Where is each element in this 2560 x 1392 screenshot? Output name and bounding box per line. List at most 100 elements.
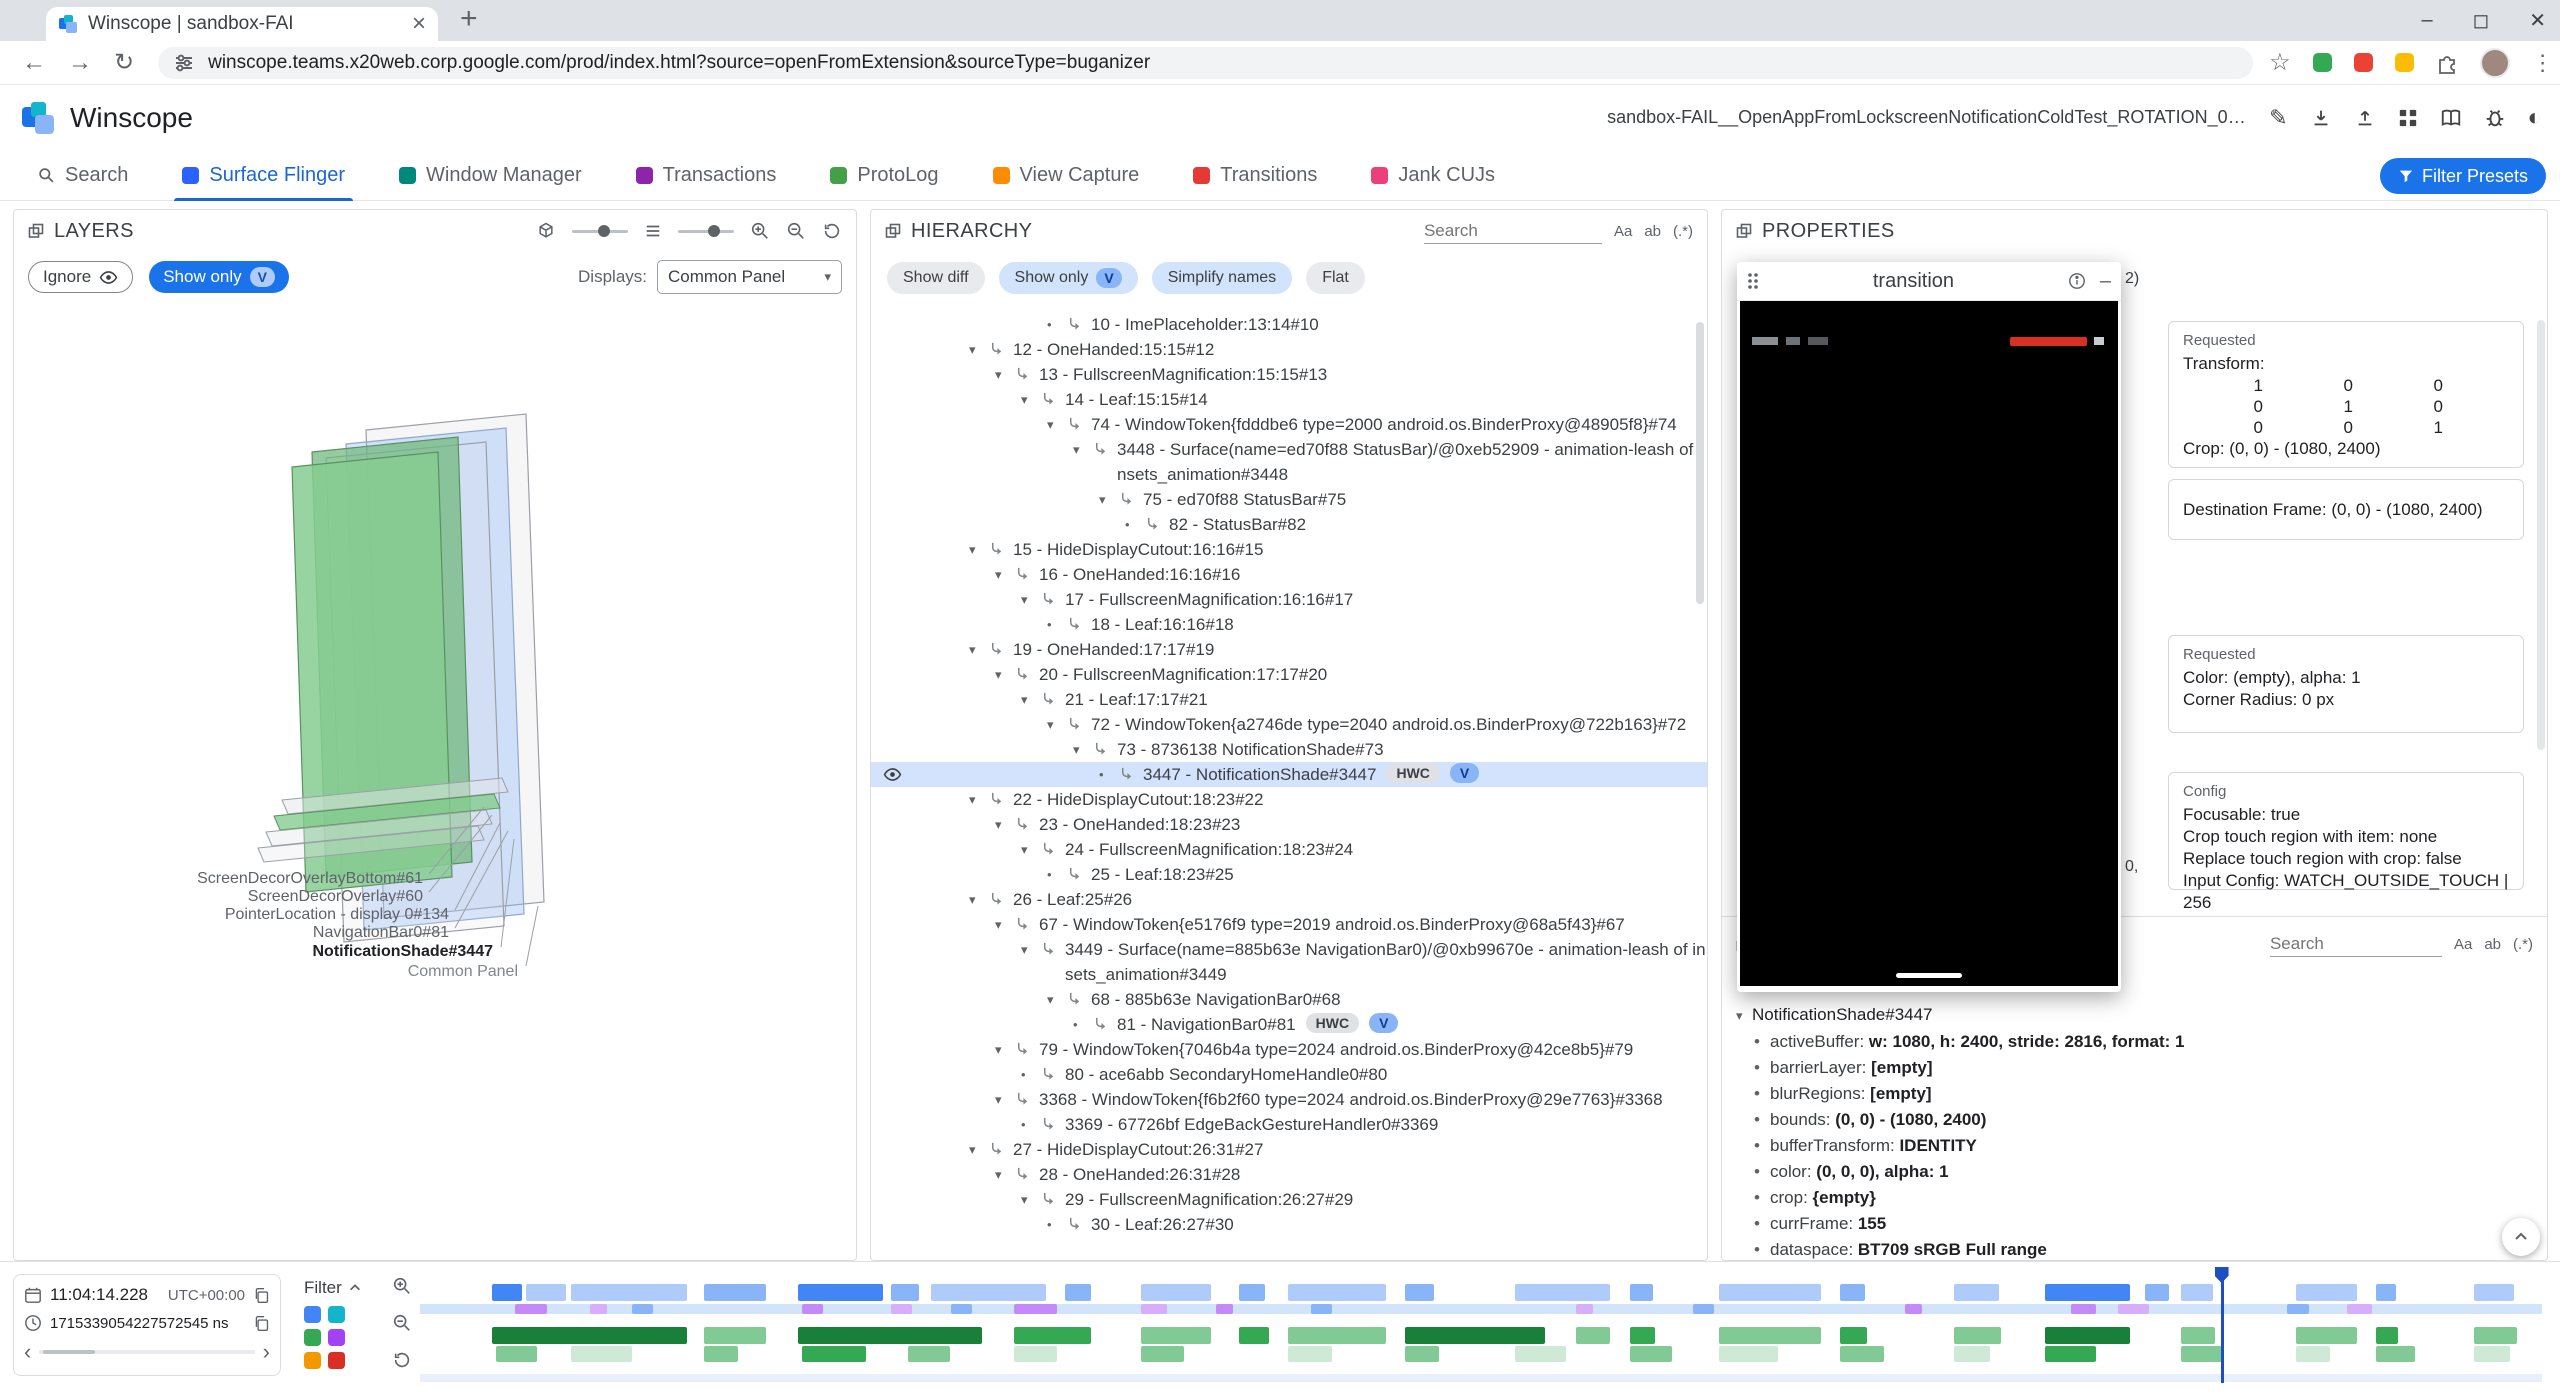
hierarchy-search-input[interactable] xyxy=(1424,219,1602,244)
trace-entry-segment[interactable] xyxy=(1840,1327,1868,1344)
expand-arrow-icon[interactable]: ▾ xyxy=(1021,1187,1028,1212)
trace-toggle-icon[interactable] xyxy=(328,1329,345,1346)
extensions-puzzle-icon[interactable] xyxy=(2436,52,2458,74)
tree-row[interactable]: ▾13 - FullscreenMagnification:15:15#13 xyxy=(871,362,1707,387)
trace-entry-segment[interactable] xyxy=(526,1284,566,1301)
expand-arrow-icon[interactable]: ▾ xyxy=(995,1162,1002,1187)
timeline-zoom-in-icon[interactable] xyxy=(392,1276,412,1296)
collapse-chevron-icon[interactable] xyxy=(348,1281,362,1295)
tab-view-capture[interactable]: View Capture xyxy=(985,150,1148,201)
tree-row[interactable]: ▾79 - WindowToken{7046b4a type=2024 andr… xyxy=(871,1037,1707,1062)
trace-entry-segment[interactable] xyxy=(1630,1346,1672,1362)
trace-entry-segment[interactable] xyxy=(2376,1346,2414,1362)
layer-label[interactable]: NavigationBar0#81 xyxy=(313,924,449,942)
expand-arrow-icon[interactable]: ▾ xyxy=(995,1087,1002,1112)
timeline-mini-scrollbar[interactable] xyxy=(39,1350,254,1354)
tree-row[interactable]: •25 - Leaf:18:23#25 xyxy=(871,862,1707,887)
trace-entry-segment[interactable] xyxy=(496,1346,536,1362)
expand-arrow-icon[interactable]: ▾ xyxy=(1099,487,1106,512)
trace-entry-segment[interactable] xyxy=(1014,1327,1090,1344)
trace-entry-segment[interactable] xyxy=(1288,1284,1386,1301)
trace-entry-segment[interactable] xyxy=(571,1346,633,1362)
trace-entry-segment[interactable] xyxy=(1630,1327,1655,1344)
properties-tree-root[interactable]: ▾ NotificationShade#3447 xyxy=(1736,1002,2537,1029)
trace-entry-segment[interactable] xyxy=(2045,1327,2130,1344)
expand-arrow-icon[interactable]: ▾ xyxy=(969,1137,976,1162)
timeline-track[interactable] xyxy=(420,1304,2542,1314)
trace-entry-segment[interactable] xyxy=(704,1327,766,1344)
tree-row[interactable]: ▾75 - ed70f88 StatusBar#75 xyxy=(871,487,1707,512)
trace-entry-segment[interactable] xyxy=(1014,1304,1056,1314)
trace-entry-segment[interactable] xyxy=(2181,1346,2223,1362)
tree-row[interactable]: ▾74 - WindowToken{fdddbe6 type=2000 andr… xyxy=(871,412,1707,437)
trace-entry-segment[interactable] xyxy=(1065,1284,1090,1301)
tree-row[interactable]: •10 - ImePlaceholder:13:14#10 xyxy=(871,312,1707,337)
trace-entry-segment[interactable] xyxy=(2296,1346,2330,1362)
panel-expand-icon[interactable] xyxy=(28,223,44,239)
tree-row[interactable]: ▾23 - OneHanded:18:23#23 xyxy=(871,812,1707,837)
browser-menu-icon[interactable]: ⋮ xyxy=(2532,50,2554,76)
tree-row[interactable]: ▾22 - HideDisplayCutout:18:23#22 xyxy=(871,787,1707,812)
trace-entry-segment[interactable] xyxy=(2118,1304,2150,1314)
expand-arrow-icon[interactable]: ▾ xyxy=(1021,687,1028,712)
trace-entry-segment[interactable] xyxy=(704,1346,738,1362)
tree-row[interactable]: ▾19 - OneHanded:17:17#19 xyxy=(871,637,1707,662)
tree-row[interactable]: •81 - NavigationBar0#81HWCV xyxy=(871,1012,1707,1037)
trace-entry-segment[interactable] xyxy=(2474,1346,2510,1362)
visibility-eye-icon[interactable] xyxy=(883,765,902,784)
tree-row[interactable]: ▾21 - Leaf:17:17#21 xyxy=(871,687,1707,712)
back-icon[interactable]: ← xyxy=(22,49,46,77)
trace-entry-segment[interactable] xyxy=(1576,1304,1593,1314)
tree-row[interactable]: ▾68 - 885b63e NavigationBar0#68 xyxy=(871,987,1707,1012)
trace-entry-segment[interactable] xyxy=(1141,1304,1166,1314)
trace-toggle-icon[interactable] xyxy=(304,1352,321,1369)
scroll-right-icon[interactable]: › xyxy=(263,1339,270,1365)
window-close-icon[interactable]: ✕ xyxy=(2529,8,2546,33)
expand-arrow-icon[interactable]: ▾ xyxy=(995,562,1002,587)
browser-tab[interactable]: Winscope | sandbox-FAI × xyxy=(46,7,438,41)
expand-arrow-icon[interactable]: ▾ xyxy=(995,1037,1002,1062)
tree-row[interactable]: •3447 - NotificationShade#3447HWCV xyxy=(871,762,1707,787)
expand-arrow-icon[interactable]: ▾ xyxy=(1047,712,1054,737)
trace-entry-segment[interactable] xyxy=(1141,1327,1211,1344)
property-row[interactable]: dataspace: BT709 sRGB Full range xyxy=(1736,1237,2537,1261)
layer-label[interactable]: Common Panel xyxy=(408,963,518,981)
layer-label[interactable]: NotificationShade#3447 xyxy=(313,943,494,961)
scroll-left-icon[interactable]: ‹ xyxy=(24,1339,31,1365)
scroll-to-top-button[interactable] xyxy=(2502,1218,2540,1256)
tree-row[interactable]: ▾29 - FullscreenMagnification:26:27#29 xyxy=(871,1187,1707,1212)
tree-row[interactable]: ▾73 - 8736138 NotificationShade#73 xyxy=(871,737,1707,762)
spacing-slider[interactable] xyxy=(678,230,734,233)
trace-toggle-icon[interactable] xyxy=(328,1306,345,1323)
trace-entry-segment[interactable] xyxy=(1405,1284,1435,1301)
trace-entry-segment[interactable] xyxy=(2045,1284,2130,1301)
trace-entry-segment[interactable] xyxy=(2376,1327,2397,1344)
chip-simplify-names[interactable]: Simplify names xyxy=(1152,262,1292,294)
trace-entry-segment[interactable] xyxy=(1239,1284,1264,1301)
tree-row[interactable]: •82 - StatusBar#82 xyxy=(871,512,1707,537)
extension-icon-red[interactable] xyxy=(2354,53,2373,72)
trace-entry-segment[interactable] xyxy=(1840,1284,1865,1301)
timeline-zoom-out-icon[interactable] xyxy=(392,1313,412,1333)
tab-jank-cujs[interactable]: Jank CUJs xyxy=(1363,150,1503,201)
trace-entry-segment[interactable] xyxy=(1405,1346,1439,1362)
trace-entry-segment[interactable] xyxy=(1515,1346,1566,1362)
trace-entry-segment[interactable] xyxy=(1216,1304,1233,1314)
extension-icon-green[interactable] xyxy=(2313,53,2332,72)
window-minimize-icon[interactable]: – xyxy=(2422,9,2433,32)
expand-arrow-icon[interactable]: ▾ xyxy=(969,637,976,662)
trace-entry-segment[interactable] xyxy=(1288,1327,1386,1344)
trace-entry-segment[interactable] xyxy=(891,1304,912,1314)
bookmark-star-icon[interactable]: ☆ xyxy=(2269,48,2291,77)
overlay-titlebar[interactable]: transition – xyxy=(1737,262,2121,301)
regex-icon[interactable]: (.*) xyxy=(2513,936,2533,953)
expand-arrow-icon[interactable]: ▾ xyxy=(995,362,1002,387)
expand-arrow-icon[interactable]: ▾ xyxy=(1021,837,1028,862)
tree-row[interactable]: ▾72 - WindowToken{a2746de type=2040 andr… xyxy=(871,712,1707,737)
chip-show-diff[interactable]: Show diff xyxy=(887,262,985,294)
expand-arrow-icon[interactable]: ▾ xyxy=(969,537,976,562)
tree-row[interactable]: ▾3368 - WindowToken{f6b2f60 type=2024 an… xyxy=(871,1087,1707,1112)
trace-entry-segment[interactable] xyxy=(1405,1327,1545,1344)
rotation-3d-icon[interactable] xyxy=(536,221,556,241)
trace-entry-segment[interactable] xyxy=(1719,1327,1821,1344)
